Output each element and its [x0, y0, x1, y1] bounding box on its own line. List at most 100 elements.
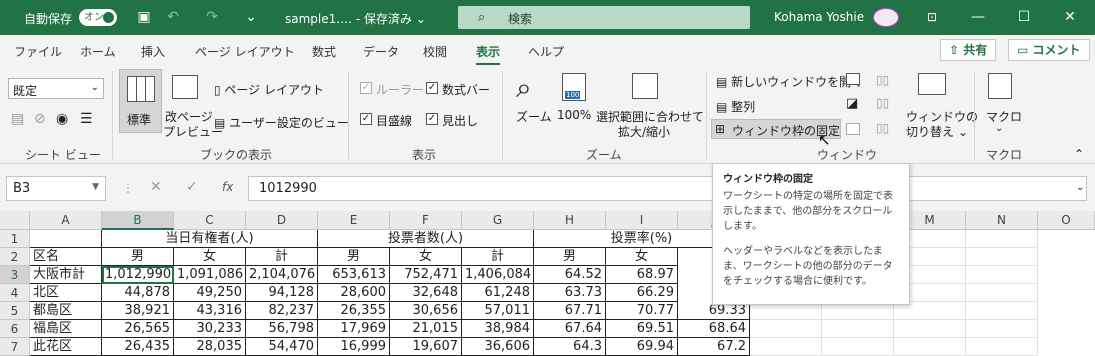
column-header[interactable]: G [462, 211, 534, 230]
gridlines-checkbox[interactable]: ✓ [360, 113, 372, 125]
empty-cell[interactable] [822, 338, 894, 356]
options-icon[interactable]: ☰ [80, 111, 93, 127]
enter-icon[interactable]: ✓ [186, 179, 198, 195]
insert-function-icon[interactable]: fx [222, 180, 233, 194]
table-cell[interactable]: 大阪市計 [30, 266, 102, 284]
empty-cell[interactable] [750, 338, 822, 356]
minimize-icon[interactable]: — [958, 5, 998, 30]
select-all-corner[interactable] [0, 211, 30, 230]
table-cell[interactable]: 38,921 [102, 302, 174, 320]
keep-icon[interactable]: ▤ [11, 111, 24, 127]
empty-cell[interactable] [966, 284, 1038, 302]
column-header[interactable]: D [246, 211, 318, 230]
table-cell[interactable]: 北区 [30, 284, 102, 302]
table-cell[interactable]: 2,104,076 [246, 266, 318, 284]
header-cell[interactable]: 当日有権者(人) [102, 230, 318, 248]
cell[interactable] [30, 230, 102, 248]
table-cell[interactable]: 28,600 [318, 284, 390, 302]
table-cell[interactable]: 64.52 [534, 266, 606, 284]
tab-insert[interactable]: 挿入 [141, 43, 165, 60]
undo-icon[interactable]: ↶ [164, 8, 182, 26]
reset-position-icon[interactable]: ▯▯ [876, 121, 889, 135]
empty-cell[interactable] [894, 338, 966, 356]
row-header[interactable]: 7 [0, 338, 30, 356]
header-cell[interactable]: 男 [318, 248, 390, 266]
table-cell[interactable]: 32,648 [390, 284, 462, 302]
empty-cell[interactable] [966, 248, 1038, 266]
ribbon-display-icon[interactable]: ⊡ [912, 5, 952, 30]
table-cell[interactable]: 63.73 [534, 284, 606, 302]
table-cell[interactable]: 1,406,084 [462, 266, 534, 284]
table-cell[interactable]: 61,248 [462, 284, 534, 302]
table-cell[interactable]: 43,316 [174, 302, 246, 320]
table-cell[interactable]: 30,233 [174, 320, 246, 338]
new-view-icon[interactable]: ◉ [56, 111, 68, 127]
formula-bar-checkbox[interactable]: ✓ [426, 82, 438, 94]
column-header[interactable]: O [1038, 211, 1095, 230]
worksheet-grid[interactable]: ABCDEFGHIJKLMNO1234567当日有権者(人)投票者数(人)投票率… [0, 211, 1095, 356]
empty-cell[interactable] [822, 320, 894, 338]
column-header[interactable]: E [318, 211, 390, 230]
sheet-view-select[interactable]: 既定 ⌄ [8, 78, 104, 99]
row-header[interactable]: 4 [0, 284, 30, 302]
chevron-down-icon[interactable]: ⌄ [995, 123, 1003, 134]
table-cell[interactable]: 70.77 [606, 302, 678, 320]
empty-cell[interactable] [750, 320, 822, 338]
column-header[interactable]: A [30, 211, 102, 230]
macro-label[interactable]: マクロ [986, 108, 1022, 125]
comment-button[interactable]: ▭ コメント [1008, 39, 1090, 61]
header-cell[interactable]: 計 [246, 248, 318, 266]
column-header[interactable]: N [966, 211, 1038, 230]
sync-scroll-icon[interactable]: ▯▯ [876, 96, 889, 110]
tab-formulas[interactable]: 数式 [312, 43, 336, 60]
header-cell[interactable]: 女 [606, 248, 678, 266]
table-cell[interactable]: 64.3 [534, 338, 606, 356]
table-cell[interactable]: 49,250 [174, 284, 246, 302]
table-cell[interactable]: 54,470 [246, 338, 318, 356]
avatar[interactable] [873, 8, 899, 27]
column-header[interactable]: C [174, 211, 246, 230]
header-cell[interactable]: 女 [174, 248, 246, 266]
table-cell[interactable]: 67.2 [678, 338, 750, 356]
macro-icon[interactable] [988, 73, 1012, 99]
customize-qat-icon[interactable]: ⌄ [242, 8, 260, 26]
arrange-all-button[interactable]: ▤ 整列 [716, 98, 755, 115]
table-cell[interactable]: 38,984 [462, 320, 534, 338]
active-cell[interactable]: 1,012,990 [102, 266, 174, 284]
empty-cell[interactable] [966, 320, 1038, 338]
table-cell[interactable]: 36,606 [462, 338, 534, 356]
table-cell[interactable]: 69.51 [606, 320, 678, 338]
custom-views-button[interactable]: ▤ ユーザー設定のビュー [214, 114, 349, 131]
normal-view-button[interactable]: 標準 [119, 69, 162, 133]
file-name[interactable]: sample1.… - 保存済み ⌄ [285, 10, 426, 27]
table-cell[interactable]: 44,878 [102, 284, 174, 302]
zoom-100-icon[interactable]: 100 [562, 73, 586, 101]
search-box[interactable]: ⌕ 検索 [458, 6, 750, 29]
empty-cell[interactable] [966, 338, 1038, 356]
row-header[interactable]: 6 [0, 320, 30, 338]
switch-windows-icon[interactable] [918, 73, 946, 95]
row-header[interactable]: 2 [0, 248, 30, 266]
exit-view-icon[interactable]: ⊘ [34, 111, 46, 127]
column-header[interactable]: I [606, 211, 678, 230]
row-header[interactable]: 5 [0, 302, 30, 320]
formula-input[interactable]: 1012990 [248, 176, 1087, 201]
table-cell[interactable]: 16,999 [318, 338, 390, 356]
table-cell[interactable]: 94,128 [246, 284, 318, 302]
name-box[interactable]: B3 ▼ [6, 176, 106, 201]
table-cell[interactable]: 67.64 [534, 320, 606, 338]
unhide-window-icon[interactable] [846, 123, 860, 135]
autosave-toggle[interactable]: オン [79, 9, 117, 26]
header-cell[interactable]: 男 [102, 248, 174, 266]
table-cell[interactable]: 26,355 [318, 302, 390, 320]
close-icon[interactable]: ✕ [1050, 5, 1090, 30]
row-header[interactable]: 3 [0, 266, 30, 284]
collapse-ribbon-icon[interactable]: ⌃ [1074, 147, 1084, 161]
table-cell[interactable]: 此花区 [30, 338, 102, 356]
zoom-label[interactable]: ズーム [516, 108, 552, 125]
tab-page-layout[interactable]: ページ レイアウト [195, 43, 295, 60]
empty-cell[interactable] [894, 320, 966, 338]
table-cell[interactable]: 17,969 [318, 320, 390, 338]
tab-data[interactable]: データ [363, 43, 399, 60]
row-header[interactable]: 1 [0, 230, 30, 248]
